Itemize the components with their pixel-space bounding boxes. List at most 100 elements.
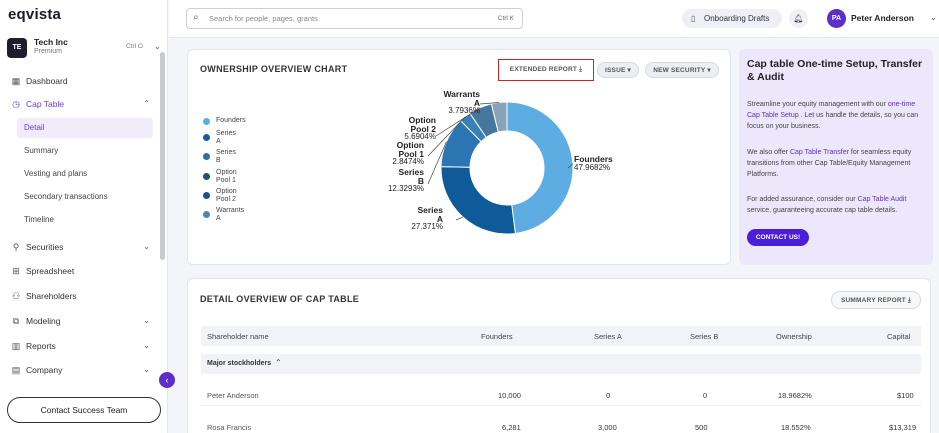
contact-us-button[interactable]: CONTACT US! bbox=[747, 229, 809, 246]
chevron-down-icon: ⌄ bbox=[143, 341, 150, 350]
bell-icon[interactable]: 🔔︎ bbox=[789, 9, 808, 28]
sidebar-item-company[interactable]: ▤ Company ⌄ bbox=[6, 361, 154, 379]
sidebar-subitem-summary[interactable]: Summary bbox=[17, 141, 153, 161]
sidebar-item-dashboard[interactable]: ▦ Dashboard bbox=[6, 72, 154, 90]
sidebar-item-modeling[interactable]: ⧉ Modeling ⌄ bbox=[6, 312, 154, 330]
eqvista-logo[interactable]: eqvista bbox=[8, 6, 61, 23]
sidebar-item-reports[interactable]: ▥ Reports ⌄ bbox=[6, 337, 154, 355]
new-security-button[interactable]: NEW SECURITY ▾ bbox=[645, 62, 719, 78]
users-icon: ⚇ bbox=[11, 291, 21, 301]
spreadsheet-icon: ⊞ bbox=[12, 266, 20, 276]
modeling-icon: ⧉ bbox=[12, 316, 20, 326]
callout-series-b: Series B 12.3293% bbox=[387, 167, 424, 193]
issue-label: ISSUE bbox=[605, 67, 626, 74]
securities-icon: ⚲ bbox=[12, 242, 20, 252]
chevron-up-icon[interactable]: ⌃ bbox=[275, 358, 282, 367]
sidebar-subitem-timeline[interactable]: Timeline bbox=[17, 210, 153, 230]
callout-option-pool-1: Option Pool 1 2.8474% bbox=[392, 140, 424, 166]
sidebar-item-securities[interactable]: ⚲ Securities ⌄ bbox=[6, 238, 154, 256]
search-shortcut: Ctrl K bbox=[497, 15, 514, 22]
cell-series-b: 500 bbox=[695, 423, 708, 432]
cap-table-audit-link[interactable]: Cap Table Audit bbox=[858, 196, 907, 203]
cell-capital: $100 bbox=[897, 391, 914, 400]
top-header: ⌕ Search for people, pages, grants Ctrl … bbox=[169, 0, 939, 38]
cell-series-a: 0 bbox=[606, 391, 611, 400]
cell-capital: $13,319 bbox=[889, 423, 917, 432]
onboarding-drafts-label: Onboarding Drafts bbox=[704, 14, 770, 23]
legend-label: Option Pool 2 bbox=[216, 188, 237, 203]
detail-overview-card: DETAIL OVERVIEW OF CAP TABLE SUMMARY REP… bbox=[187, 278, 931, 433]
cell-series-b: 0 bbox=[703, 391, 708, 400]
legend-label: Founders bbox=[216, 117, 246, 124]
company-icon: ▤ bbox=[11, 365, 21, 375]
sidebar-subitem-secondary[interactable]: Secondary transactions bbox=[17, 187, 153, 207]
company-switcher[interactable]: TE Tech Inc Premium Ctrl O ⌄ bbox=[7, 37, 163, 59]
legend-dot bbox=[203, 118, 210, 125]
sidebar-scrollbar[interactable] bbox=[160, 52, 165, 260]
collapse-sidebar-icon[interactable]: ‹ bbox=[159, 372, 175, 388]
company-plan: Premium bbox=[34, 48, 63, 55]
sidebar-item-label: Cap Table bbox=[26, 99, 65, 109]
sidebar-item-label: Modeling bbox=[26, 316, 61, 326]
sidebar-item-label: Reports bbox=[26, 341, 56, 351]
cell-founders: 6,281 bbox=[502, 423, 521, 432]
extended-report-label: EXTENDED REPORT bbox=[509, 66, 578, 73]
ownership-overview-card: OWNERSHIP OVERVIEW CHART EXTENDED REPORT… bbox=[187, 49, 731, 265]
cap-table-transfer-link[interactable]: Cap Table Transfer bbox=[790, 149, 849, 156]
contact-success-team-button[interactable]: Contact Success Team bbox=[7, 397, 161, 423]
legend-label: Series B bbox=[216, 149, 236, 164]
legend-dot bbox=[203, 153, 210, 160]
column-header[interactable]: Ownership bbox=[776, 332, 812, 341]
legend-dot bbox=[203, 134, 210, 141]
cell-ownership: 18.9682% bbox=[778, 391, 812, 400]
chevron-down-icon: ⌄ bbox=[154, 42, 161, 51]
column-header[interactable]: Series B bbox=[690, 332, 718, 341]
column-header[interactable]: Founders bbox=[481, 332, 513, 341]
sidebar-item-cap-table[interactable]: ◷ Cap Table ⌃ bbox=[6, 95, 154, 113]
sidebar-item-label: Spreadsheet bbox=[26, 266, 75, 276]
legend-dot bbox=[203, 173, 210, 180]
group-row-major-stockholders[interactable]: Major stockholders ⌃ bbox=[201, 354, 921, 374]
ownership-title: OWNERSHIP OVERVIEW CHART bbox=[200, 64, 348, 74]
search-input[interactable]: ⌕ Search for people, pages, grants Ctrl … bbox=[186, 8, 523, 29]
company-badge: TE bbox=[7, 38, 27, 58]
issue-button[interactable]: ISSUE ▾ bbox=[597, 62, 639, 78]
company-name: Tech Inc bbox=[34, 37, 68, 47]
extended-report-button[interactable]: EXTENDED REPORT ⤓ bbox=[498, 59, 594, 81]
callout-option-pool-2: Option Pool 2 5.6904% bbox=[404, 115, 436, 141]
pie-slice-series-a[interactable] bbox=[440, 166, 516, 235]
chevron-down-icon[interactable]: ⌄ bbox=[930, 13, 937, 22]
table-row[interactable]: Rosa Francis 6,281 3,000 500 18.552% $13… bbox=[201, 416, 921, 433]
sidebar-subitem-vesting[interactable]: Vesting and plans bbox=[17, 164, 153, 184]
download-icon: ⤓ bbox=[579, 66, 583, 73]
legend-label: Warrants A bbox=[216, 207, 245, 222]
onboarding-drafts-button[interactable]: ▯ Onboarding Drafts bbox=[682, 9, 782, 28]
sidebar-item-spreadsheet[interactable]: ⊞ Spreadsheet bbox=[6, 262, 154, 280]
column-header[interactable]: Series A bbox=[594, 332, 622, 341]
setup-paragraph-1: Streamline your equity management with o… bbox=[747, 101, 919, 130]
avatar[interactable]: PA bbox=[827, 9, 846, 28]
sidebar-subitem-detail[interactable]: Detail bbox=[17, 118, 153, 138]
user-name[interactable]: Peter Anderson bbox=[851, 13, 914, 23]
document-icon: ▯ bbox=[691, 14, 696, 23]
column-header[interactable]: Capital bbox=[887, 332, 910, 341]
pie-slice-founders[interactable] bbox=[506, 101, 574, 235]
callout-warrants-a: Warrants A 3.7936% bbox=[443, 89, 480, 115]
legend-dot bbox=[203, 192, 210, 199]
group-label: Major stockholders bbox=[207, 360, 272, 367]
cell-ownership: 18.552% bbox=[781, 423, 811, 432]
chevron-down-icon: ⌄ bbox=[143, 242, 150, 251]
chevron-down-icon: ⌄ bbox=[143, 365, 150, 374]
search-icon: ⌕ bbox=[193, 12, 199, 23]
summary-report-label: SUMMARY REPORT bbox=[840, 297, 906, 304]
column-header[interactable]: Shareholder name bbox=[207, 332, 269, 341]
setup-paragraph-3: For added assurance, consider our Cap Ta… bbox=[747, 196, 907, 214]
clock-icon: ◷ bbox=[12, 99, 20, 109]
chevron-down-icon: ⌄ bbox=[143, 316, 150, 325]
sidebar-item-shareholders[interactable]: ⚇ Shareholders bbox=[6, 287, 154, 305]
new-security-label: NEW SECURITY bbox=[653, 67, 706, 74]
search-placeholder: Search for people, pages, grants bbox=[209, 14, 318, 23]
summary-report-button[interactable]: SUMMARY REPORT ⤓ bbox=[831, 291, 921, 309]
legend-dot bbox=[203, 211, 210, 218]
table-row[interactable]: Peter Anderson 10,000 0 0 18.9682% $100 bbox=[201, 384, 921, 406]
